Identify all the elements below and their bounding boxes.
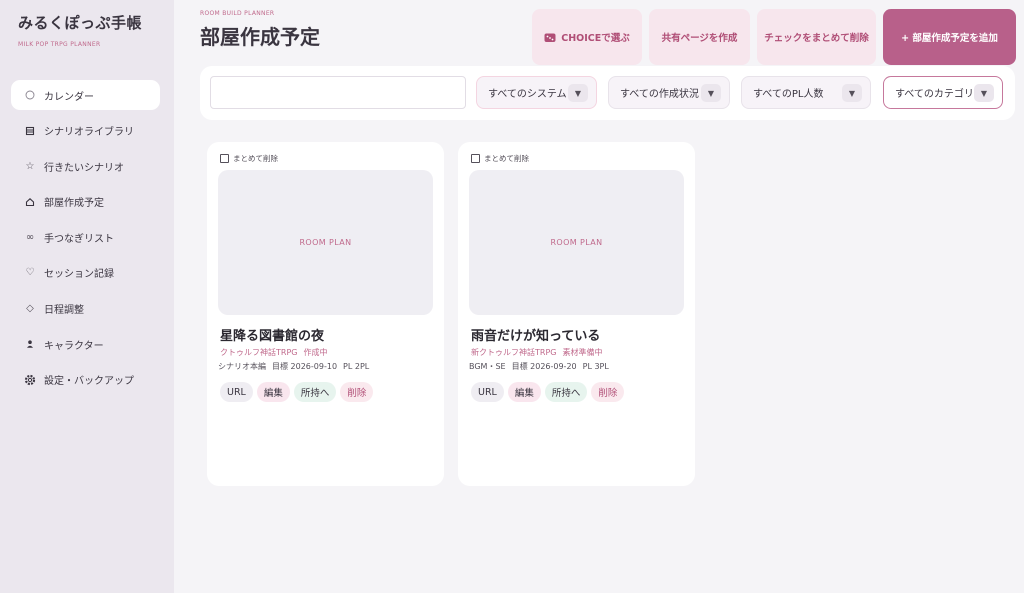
brand-subtitle: MILK POP TRPG PLANNER	[18, 41, 101, 48]
sidebar-item-label: カレンダー	[44, 91, 94, 103]
add-room-plan-label: + 部屋作成予定を追加	[901, 33, 998, 44]
brand-title: みるくぽっぷ手帳	[18, 14, 143, 32]
status-filter-select[interactable]: すべての作成状況 ▼	[608, 76, 730, 109]
edit-button[interactable]: 編集	[256, 382, 290, 402]
checkbox-box[interactable]	[220, 154, 229, 163]
url-button[interactable]: URL	[220, 382, 253, 402]
page-title: 部屋作成予定	[200, 25, 320, 49]
dice-icon	[544, 32, 556, 43]
card-actions: URL 編集 所持へ 削除	[471, 382, 625, 402]
system-filter-select[interactable]: すべてのシステム ▼	[476, 76, 597, 109]
choice-button[interactable]: CHOICEで選ぶ	[532, 9, 642, 65]
sidebar-item-wishlist[interactable]: ☆ 行きたいシナリオ	[11, 151, 160, 181]
sidebar-item-label: 設定・バックアップ	[44, 376, 134, 388]
card-details: シナリオ本編 目標 2026-09-10 PL 2PL	[218, 361, 369, 372]
sidebar-item-scenario-library[interactable]: シナリオライブラリ	[11, 116, 160, 146]
card-category: シナリオ本編	[218, 362, 266, 371]
bulk-delete-button[interactable]: チェックをまとめて削除	[757, 9, 876, 65]
card-category: BGM・SE	[469, 362, 506, 371]
pl-count-filter-select[interactable]: すべてのPL人数 ▼	[741, 76, 871, 109]
book-icon	[23, 126, 37, 136]
sidebar-item-handhold-list[interactable]: ∞ 手つなぎリスト	[11, 222, 160, 252]
card-pl-count: PL 3PL	[582, 362, 609, 371]
page-subtitle: ROOM BUILD PLANNER	[200, 10, 275, 17]
checkbox-box[interactable]	[471, 154, 480, 163]
gear-icon	[23, 374, 37, 386]
sidebar-item-label: 行きたいシナリオ	[44, 162, 124, 174]
link-icon: ∞	[25, 231, 35, 243]
chevron-down-icon: ▼	[842, 84, 862, 102]
create-share-page-label: 共有ページを作成	[661, 33, 738, 44]
card-thumbnail-label: ROOM PLAN	[299, 238, 352, 247]
bulk-delete-label: チェックをまとめて削除	[764, 33, 869, 44]
system-filter-value: すべてのシステム	[488, 89, 567, 100]
filter-bar: すべてのシステム ▼ すべての作成状況 ▼ すべてのPL人数 ▼ すべてのカテゴ…	[200, 66, 1015, 120]
sidebar-item-schedule[interactable]: ◇ 日程調整	[11, 294, 160, 324]
card-status: 素材準備中	[562, 348, 603, 357]
card-thumbnail: ROOM PLAN	[469, 170, 684, 315]
bulk-delete-checkbox[interactable]: まとめて削除	[471, 153, 529, 164]
card-system-status: 新クトゥルフ神話TRPG 素材準備中	[471, 347, 602, 358]
sidebar-item-calendar[interactable]: カレンダー	[11, 80, 160, 110]
card-target-date: 目標 2026-09-20	[511, 362, 577, 371]
checkbox-label: まとめて削除	[484, 154, 529, 163]
move-to-owned-button[interactable]: 所持へ	[293, 382, 337, 402]
card-thumbnail: ROOM PLAN	[218, 170, 433, 315]
card-status: 作成中	[303, 348, 328, 357]
sidebar-nav: カレンダー シナリオライブラリ ☆ 行きたいシナリオ 部屋作成予定 ∞ 手つなぎ…	[11, 80, 160, 400]
card-target-date: 目標 2026-09-10	[272, 362, 338, 371]
chevron-down-icon: ▼	[568, 84, 588, 102]
url-button[interactable]: URL	[471, 382, 504, 402]
card-system: 新クトゥルフ神話TRPG	[471, 348, 557, 357]
pl-count-filter-value: すべてのPL人数	[753, 89, 824, 100]
heart-icon: ♡	[25, 267, 35, 279]
sidebar-item-label: シナリオライブラリ	[44, 127, 134, 139]
card-title: 星降る図書館の夜	[220, 329, 325, 344]
card-actions: URL 編集 所持へ 削除	[220, 382, 374, 402]
circle-icon	[23, 90, 37, 100]
checkbox-label: まとめて削除	[233, 154, 278, 163]
sidebar-item-label: 手つなぎリスト	[44, 233, 114, 245]
choice-button-label: CHOICEで選ぶ	[561, 33, 630, 44]
brand: みるくぽっぷ手帳 MILK POP TRPG PLANNER	[18, 12, 142, 48]
bulk-delete-checkbox[interactable]: まとめて削除	[220, 153, 278, 164]
search-input[interactable]	[210, 76, 466, 109]
category-filter-value: すべてのカテゴリ	[895, 89, 974, 100]
card-thumbnail-label: ROOM PLAN	[550, 238, 603, 247]
category-filter-select[interactable]: すべてのカテゴリ ▼	[883, 76, 1003, 109]
edit-button[interactable]: 編集	[507, 382, 541, 402]
card-details: BGM・SE 目標 2026-09-20 PL 3PL	[469, 361, 609, 372]
sidebar-item-characters[interactable]: キャラクター	[11, 329, 160, 359]
star-icon: ☆	[25, 160, 35, 172]
sidebar-item-label: セッション記録	[44, 269, 114, 281]
sidebar-item-room-plans[interactable]: 部屋作成予定	[11, 187, 160, 217]
room-plan-card: まとめて削除 ROOM PLAN 星降る図書館の夜 クトゥルフ神話TRPG 作成中…	[207, 142, 444, 486]
sidebar-item-session-log[interactable]: ♡ セッション記録	[11, 258, 160, 288]
person-icon	[23, 339, 37, 349]
move-to-owned-button[interactable]: 所持へ	[544, 382, 588, 402]
sidebar: みるくぽっぷ手帳 MILK POP TRPG PLANNER カレンダー シナリ…	[0, 0, 174, 593]
room-plan-card: まとめて削除 ROOM PLAN 雨音だけが知っている 新クトゥルフ神話TRPG…	[458, 142, 695, 486]
card-system: クトゥルフ神話TRPG	[220, 348, 298, 357]
card-system-status: クトゥルフ神話TRPG 作成中	[220, 347, 327, 358]
diamond-icon: ◇	[26, 303, 34, 315]
card-title: 雨音だけが知っている	[471, 329, 601, 344]
create-share-page-button[interactable]: 共有ページを作成	[649, 9, 750, 65]
chevron-down-icon: ▼	[701, 84, 721, 102]
sidebar-item-settings[interactable]: 設定・バックアップ	[11, 365, 160, 395]
add-room-plan-button[interactable]: + 部屋作成予定を追加	[883, 9, 1016, 65]
card-pl-count: PL 2PL	[343, 362, 370, 371]
delete-button[interactable]: 削除	[591, 382, 625, 402]
status-filter-value: すべての作成状況	[620, 89, 699, 100]
sidebar-item-label: キャラクター	[44, 340, 104, 352]
chevron-down-icon: ▼	[974, 84, 994, 102]
home-icon	[23, 197, 37, 207]
sidebar-item-label: 部屋作成予定	[44, 198, 104, 210]
delete-button[interactable]: 削除	[340, 382, 374, 402]
sidebar-item-label: 日程調整	[44, 305, 84, 317]
